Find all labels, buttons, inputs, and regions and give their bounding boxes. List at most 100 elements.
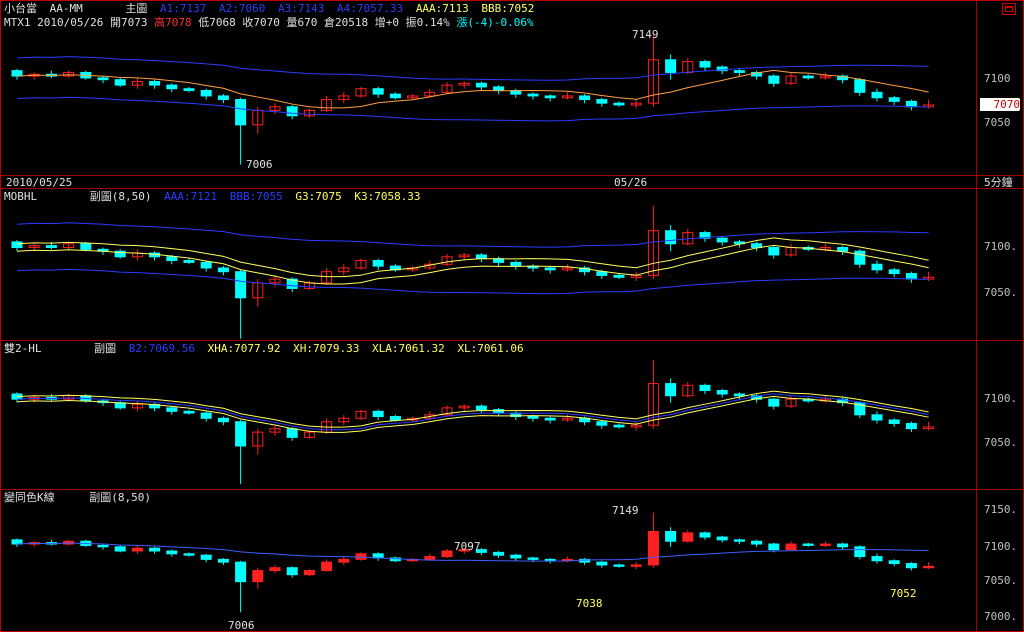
candle-body bbox=[596, 99, 608, 104]
low-annotation: 7006 bbox=[246, 158, 273, 171]
last-price-tag: 7070 bbox=[980, 98, 1020, 111]
candle-body bbox=[613, 564, 625, 567]
candle-body bbox=[11, 241, 23, 248]
p4-axis-7050: 7050. bbox=[984, 574, 1018, 587]
date-start: 2010/05/25 bbox=[6, 176, 73, 189]
candle-body bbox=[613, 102, 625, 106]
candle-body bbox=[802, 75, 814, 79]
a2-value: A2:7060 bbox=[218, 2, 266, 15]
candle-body bbox=[854, 79, 866, 93]
candle-body bbox=[699, 61, 711, 68]
candle-body bbox=[372, 260, 384, 267]
candle-body bbox=[45, 245, 57, 248]
candle-body bbox=[510, 554, 522, 559]
candle-body bbox=[80, 243, 92, 250]
candle-body bbox=[905, 273, 917, 280]
candle-body bbox=[11, 70, 23, 77]
candle-body bbox=[166, 256, 178, 262]
p3-axis-7050: 7050. bbox=[984, 436, 1018, 449]
p4-annotation: 7006 bbox=[228, 619, 255, 632]
candle-body bbox=[854, 546, 866, 558]
instrument: MTX1 bbox=[4, 16, 31, 29]
candle-body bbox=[372, 88, 384, 95]
candle-body bbox=[200, 261, 212, 269]
candle-body bbox=[716, 390, 728, 395]
high-annotation: 7149 bbox=[632, 28, 659, 41]
candle-body bbox=[527, 557, 539, 560]
date-mid: 05/26 bbox=[614, 176, 648, 189]
p4-annotation: 7038 bbox=[576, 597, 603, 610]
candle-body bbox=[286, 106, 298, 117]
candle-body bbox=[475, 405, 487, 411]
candle-body bbox=[183, 553, 195, 556]
candle-body bbox=[802, 543, 814, 546]
candle-body bbox=[338, 558, 350, 563]
candle-body bbox=[665, 383, 677, 397]
close-price: 收7070 bbox=[242, 16, 280, 29]
candle-body bbox=[269, 567, 281, 572]
candle-body bbox=[871, 414, 883, 421]
candle-body bbox=[166, 550, 178, 555]
candle-body bbox=[303, 570, 315, 576]
candle-body bbox=[871, 263, 883, 271]
axis-tick-7100: 7100 bbox=[984, 72, 1011, 85]
candle-body bbox=[114, 79, 126, 86]
candle-body bbox=[819, 543, 831, 546]
close-icon[interactable] bbox=[1002, 3, 1016, 15]
p3-b2: B2:7069.56 bbox=[128, 342, 195, 355]
candle-body bbox=[544, 267, 556, 271]
panel3-header: 雙2-HL 副圖 B2:7069.56 XHA:7077.92 XH:7079.… bbox=[4, 342, 530, 355]
candle-body bbox=[544, 95, 556, 99]
candle-body bbox=[733, 539, 745, 542]
window-title: 小台當 bbox=[4, 2, 37, 15]
candle-body bbox=[699, 532, 711, 538]
band-line bbox=[16, 222, 929, 248]
candle-body bbox=[682, 532, 694, 542]
candle-body bbox=[596, 271, 608, 276]
p3-xh: XH:7079.33 bbox=[293, 342, 360, 355]
candle-body bbox=[871, 91, 883, 99]
candle-body bbox=[785, 543, 797, 551]
panel4-title: 變同色K線 bbox=[4, 491, 55, 504]
open-interest: 倉20518 bbox=[323, 16, 369, 29]
price-change: 漲(-4)-0.06% bbox=[456, 16, 534, 29]
panel2-title: MOBHL bbox=[4, 190, 38, 203]
aaa-value: AAA:7113 bbox=[415, 2, 469, 15]
bbb-value: BBB:7052 bbox=[481, 2, 535, 15]
chart-canvas[interactable] bbox=[0, 0, 1024, 632]
candle-body bbox=[235, 99, 247, 126]
ma-line bbox=[16, 390, 929, 428]
candle-body bbox=[286, 428, 298, 438]
panel2-header: MOBHL 副圖(8,50) AAA:7121 BBB:7055 G3:7075… bbox=[4, 190, 427, 203]
main-chart-label: 主圖 bbox=[125, 2, 148, 15]
candle-body bbox=[613, 424, 625, 428]
p3-xl: XL:7061.06 bbox=[457, 342, 524, 355]
candle-body bbox=[905, 100, 917, 108]
candle-body bbox=[200, 90, 212, 97]
panel3-title: 雙2-HL bbox=[4, 342, 42, 355]
candle-body bbox=[424, 556, 436, 560]
candle-body bbox=[166, 84, 178, 90]
candle-body bbox=[888, 419, 900, 424]
oi-change: 增+0 bbox=[374, 16, 399, 29]
candle-body bbox=[527, 416, 539, 419]
candle-body bbox=[768, 246, 780, 256]
candle-body bbox=[751, 540, 763, 545]
candle-body bbox=[647, 530, 659, 566]
interval-label: 5分鐘 bbox=[984, 176, 1013, 189]
candle-body bbox=[923, 565, 935, 569]
candle-body bbox=[579, 95, 591, 101]
candle-body bbox=[389, 416, 401, 421]
p2-axis-7100: 7100. bbox=[984, 240, 1018, 253]
panel2-sub: 副圖(8,50) bbox=[89, 190, 152, 203]
volume: 量670 bbox=[286, 16, 318, 29]
p4-annotation: 7149 bbox=[612, 504, 639, 517]
candle-body bbox=[166, 407, 178, 412]
candle-body bbox=[131, 547, 143, 552]
candle-body bbox=[200, 412, 212, 419]
candle-body bbox=[596, 421, 608, 426]
p4-annotation: 7097 bbox=[454, 540, 481, 553]
a1-value: A1:7137 bbox=[160, 2, 207, 15]
candle-body bbox=[768, 398, 780, 407]
a4-value: A4:7057.33 bbox=[336, 2, 404, 15]
